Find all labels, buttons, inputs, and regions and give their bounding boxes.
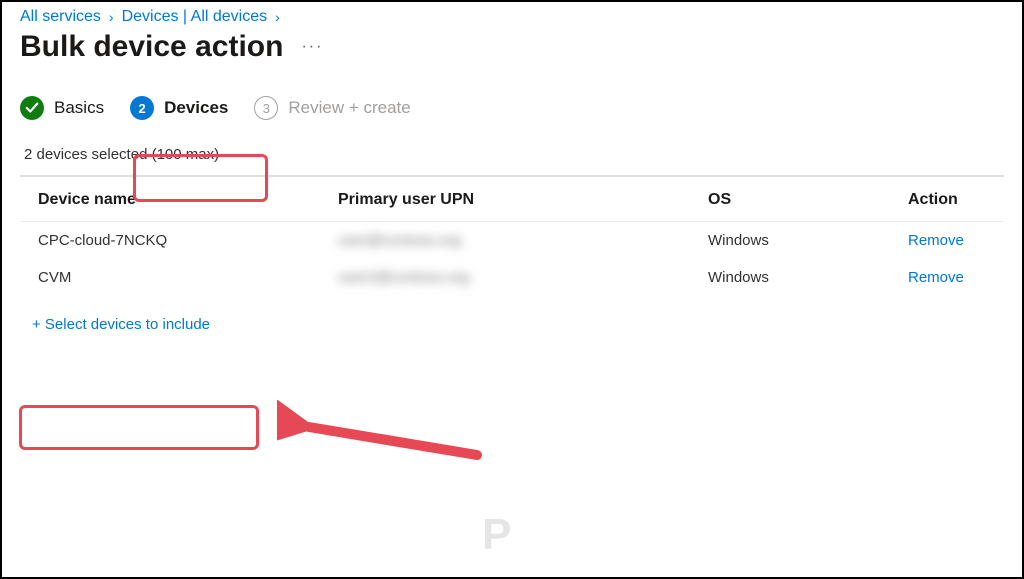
wizard-steps: Basics 2 Devices 3 Review + create [2,88,1022,136]
device-name-cell: CPC-cloud-7NCKQ [38,232,338,249]
chevron-right-icon: › [109,9,114,25]
breadcrumb-all-services[interactable]: All services [20,8,101,26]
annotation-highlight [19,405,259,450]
select-devices-button[interactable]: + Select devices to include [24,310,218,339]
annotation-arrow-icon [277,400,507,470]
step-basics[interactable]: Basics [20,96,104,120]
col-os: OS [708,191,908,209]
col-action: Action [908,191,986,209]
step-label: Basics [54,98,104,118]
table-header-row: Device name Primary user UPN OS Action [20,177,1004,222]
breadcrumb: All services › Devices | All devices › [2,2,1022,28]
more-icon[interactable]: ··· [301,38,323,56]
step-devices[interactable]: 2 Devices [130,96,228,120]
page-header: Bulk device action ··· [2,28,1022,88]
watermark: P [482,510,507,560]
col-device-name: Device name [38,191,338,209]
breadcrumb-devices[interactable]: Devices | All devices [122,8,268,26]
remove-button[interactable]: Remove [908,269,986,286]
check-icon [20,96,44,120]
chevron-right-icon: › [275,9,280,25]
devices-table: Device name Primary user UPN OS Action C… [20,175,1004,296]
upn-cell: user@contoso.org [338,232,708,249]
step-label: Devices [164,98,228,118]
step-label: Review + create [288,98,410,118]
col-primary-upn: Primary user UPN [338,191,708,209]
selection-count: 2 devices selected (100 max) [2,136,1022,171]
os-cell: Windows [708,232,908,249]
remove-button[interactable]: Remove [908,232,986,249]
upn-cell: user2@contoso.org [338,269,708,286]
device-name-cell: CVM [38,269,338,286]
step-number-icon: 3 [254,96,278,120]
os-cell: Windows [708,269,908,286]
step-review-create[interactable]: 3 Review + create [254,96,410,120]
table-row: CPC-cloud-7NCKQ user@contoso.org Windows… [20,222,1004,259]
table-row: CVM user2@contoso.org Windows Remove [20,259,1004,296]
page-title: Bulk device action [20,30,283,64]
step-number-icon: 2 [130,96,154,120]
